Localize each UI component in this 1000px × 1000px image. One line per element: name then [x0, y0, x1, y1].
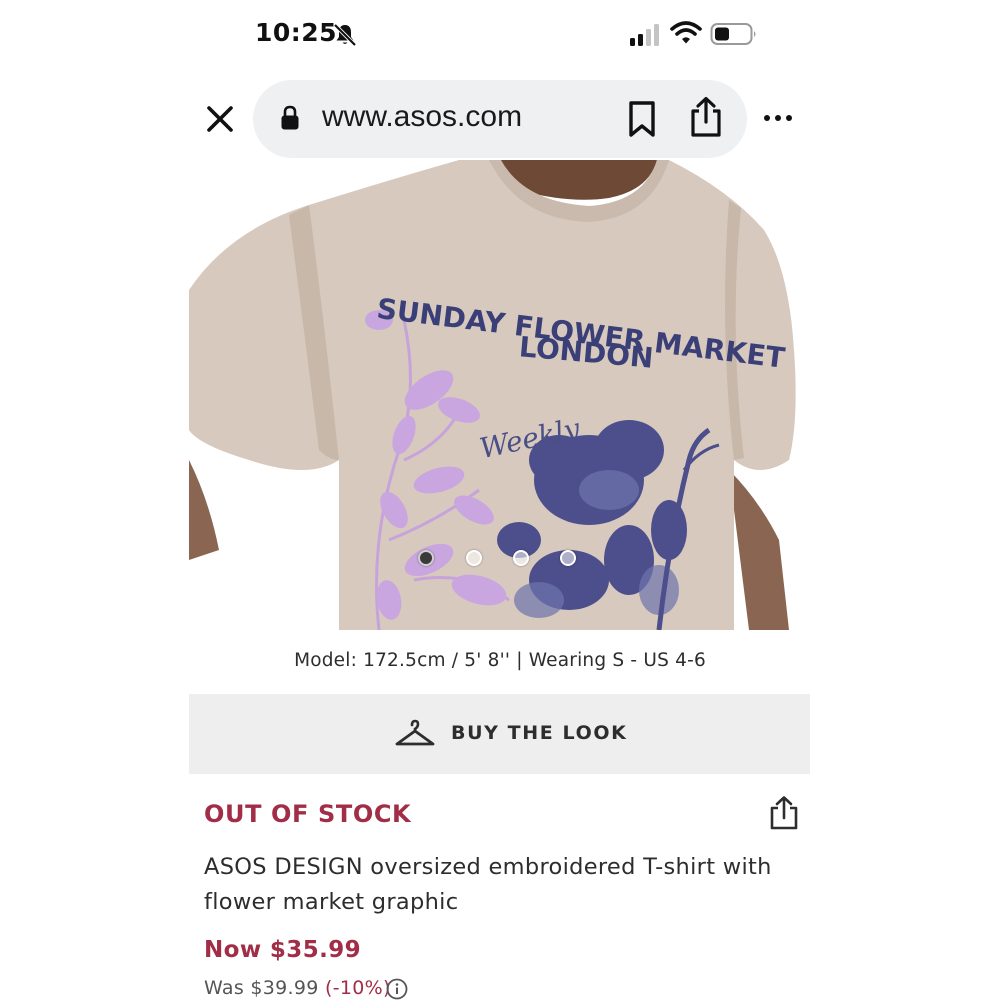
share-product-icon[interactable] [768, 795, 800, 831]
status-time: 10:25 [255, 18, 338, 47]
carousel-dot-3[interactable] [513, 550, 529, 566]
bell-slash-icon [333, 23, 357, 47]
model-info: Model: 172.5cm / 5' 8'' | Wearing S - US… [294, 650, 706, 671]
product-title: ASOS DESIGN oversized embroidered T-shir… [204, 854, 772, 915]
price-was: Was $39.99 (-10%) [204, 977, 391, 999]
cellular-signal-icon [630, 24, 659, 46]
url-text[interactable]: www.asos.com [322, 100, 522, 134]
hanger-icon [395, 719, 435, 746]
carousel-dot-1[interactable] [418, 550, 434, 566]
lock-icon [281, 105, 299, 130]
close-button[interactable] [203, 102, 237, 136]
stock-status: OUT OF STOCK [204, 800, 412, 828]
info-icon[interactable] [386, 978, 408, 1000]
battery-icon [710, 23, 756, 45]
image-carousel-dots [418, 550, 588, 568]
buy-the-look-button[interactable]: BUY THE LOOK [189, 694, 810, 774]
price-was-text: Was $39.99 [204, 977, 319, 999]
carousel-dot-4[interactable] [560, 550, 576, 566]
buy-the-look-label: BUY THE LOOK [451, 722, 628, 744]
price-now: Now $35.99 [204, 937, 362, 963]
carousel-dot-2[interactable] [466, 550, 482, 566]
wifi-icon [670, 21, 702, 44]
bookmark-icon[interactable] [626, 100, 658, 138]
discount-percent: (-10%) [324, 977, 391, 999]
share-icon[interactable] [688, 96, 724, 138]
more-icon[interactable] [760, 108, 796, 128]
